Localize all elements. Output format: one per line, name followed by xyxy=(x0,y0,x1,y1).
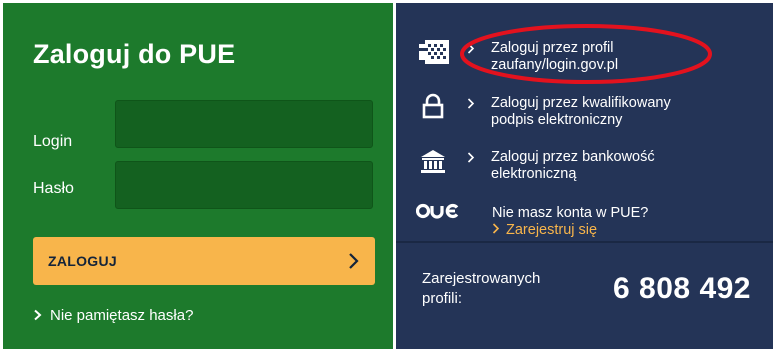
password-label: Hasło xyxy=(33,180,74,197)
login-qualified-signature-label-line1: Zaloguj przez kwalifikowany xyxy=(491,95,671,111)
no-account-text: Nie masz konta w PUE? xyxy=(492,205,649,221)
login-trusted-profile-label-line2: zaufany/login.gov.pl xyxy=(491,57,619,73)
alternative-login-options: Zaloguj przez profil zaufany/login.gov.p… xyxy=(396,3,773,241)
register-label: Zarejestruj się xyxy=(506,222,598,238)
registered-profiles-label: Zarejestrowanych profili: xyxy=(422,269,582,309)
registered-profiles-count: 6 808 492 xyxy=(613,272,751,305)
login-input[interactable] xyxy=(115,100,373,148)
chevron-right-icon xyxy=(34,309,42,321)
chevron-right-icon xyxy=(467,152,475,163)
registered-profiles-label-line1: Zarejestrowanych xyxy=(422,270,541,287)
panel-divider xyxy=(396,241,773,243)
login-label: Login xyxy=(33,133,73,150)
trusted-profile-icon xyxy=(419,40,449,64)
login-title: Zaloguj do PUE xyxy=(33,39,236,69)
login-button[interactable]: ZALOGUJ xyxy=(33,237,375,285)
padlock-icon xyxy=(422,93,444,119)
login-panel: Zaloguj do PUE Login Hasło ZALOGUJ Nie p… xyxy=(3,3,393,349)
login-qualified-signature-label-line2: podpis elektroniczny xyxy=(491,112,623,128)
login-button-label: ZALOGUJ xyxy=(48,253,117,269)
chevron-right-icon xyxy=(492,223,500,234)
forgot-password-label: Nie pamiętasz hasła? xyxy=(50,307,194,324)
chevron-right-icon xyxy=(467,98,475,109)
register-link[interactable]: Zarejestruj się xyxy=(492,222,597,238)
login-bank-label-line2: elektroniczną xyxy=(491,166,577,182)
forgot-password-link[interactable]: Nie pamiętasz hasła? xyxy=(33,307,193,324)
alternative-login-panel: Zaloguj przez profil zaufany/login.gov.p… xyxy=(396,3,773,349)
bank-icon xyxy=(421,150,445,173)
password-input[interactable] xyxy=(115,161,373,209)
login-bank-link[interactable]: Zaloguj przez bankowość elektroniczną xyxy=(467,149,731,183)
login-trusted-profile-label-line1: Zaloguj przez profil xyxy=(491,40,614,56)
login-bank-label-line1: Zaloguj przez bankowość xyxy=(491,149,655,165)
pue-logo-icon xyxy=(416,203,459,219)
registered-profiles-label-line2: profili: xyxy=(422,290,463,307)
login-qualified-signature-link[interactable]: Zaloguj przez kwalifikowany podpis elekt… xyxy=(467,95,731,129)
chevron-right-icon xyxy=(467,43,475,54)
chevron-right-icon xyxy=(349,253,359,269)
login-trusted-profile-link[interactable]: Zaloguj przez profil zaufany/login.gov.p… xyxy=(467,40,731,74)
